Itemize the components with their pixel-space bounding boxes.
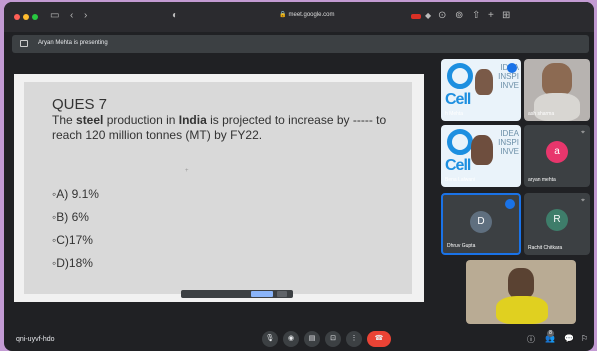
speaking-icon <box>505 199 515 209</box>
browser-toolbar: ▭ ‹ › ◐ 🔒 meet.google.com ◆ ⊙ ⊚ ⇧ + ⊞ <box>4 2 594 32</box>
back-icon[interactable]: ‹ <box>70 10 73 22</box>
url-text: meet.google.com <box>288 12 335 18</box>
participant-name: Dhruv Gupta <box>447 243 476 249</box>
participant-name: ash sharma <box>528 111 555 117</box>
question-text: The steel production in India is project… <box>52 113 387 142</box>
ecell-logo-icon <box>447 63 473 89</box>
option-a: ◦A) 9.1% <box>52 187 99 201</box>
settings-icon[interactable]: ⊚ <box>455 10 463 22</box>
share-icon[interactable]: ⇧ <box>472 10 480 22</box>
person-video <box>471 135 493 165</box>
mouse-cursor: + <box>185 168 189 174</box>
tabs-icon[interactable]: ⊞ <box>502 10 510 22</box>
close-window-button[interactable] <box>14 14 20 20</box>
extension-icon[interactable]: ◆ <box>425 10 431 22</box>
logo-word: Cell <box>445 157 471 174</box>
presenting-text: Aryan Mehta is presenting <box>38 40 108 46</box>
address-bar[interactable]: 🔒 meet.google.com <box>279 11 335 18</box>
participant-name: Bena Lalwani <box>445 177 476 183</box>
pin-icon[interactable]: ⌖ <box>581 197 585 205</box>
self-video-tile[interactable] <box>466 260 576 324</box>
record-icon <box>411 14 421 19</box>
quiz-slide: QUES 7 The steel production in India is … <box>24 82 412 298</box>
logo-word: Cell <box>445 91 471 108</box>
option-b: ◦B) 6% <box>52 210 89 224</box>
participant-tile-active[interactable]: D Dhruv Gupta <box>441 193 521 255</box>
person-video <box>508 268 534 298</box>
more-options-button[interactable]: ⋮ <box>346 331 362 347</box>
people-count-badge: 8 <box>547 330 554 337</box>
present-button[interactable]: ⊡ <box>325 331 341 347</box>
forward-icon[interactable]: › <box>84 10 87 22</box>
microphone-button[interactable]: 🎙 <box>262 331 278 347</box>
chat-icon[interactable]: 💬 <box>564 334 574 343</box>
meet-window: ▭ ‹ › ◐ 🔒 meet.google.com ◆ ⊙ ⊚ ⇧ + ⊞ Ary… <box>4 2 594 351</box>
sidebar-icon[interactable]: ▭ <box>50 10 59 22</box>
activities-icon[interactable]: ⚐ <box>581 334 588 343</box>
stop-sharing-button[interactable] <box>251 291 273 297</box>
maximize-window-button[interactable] <box>32 14 38 20</box>
person-video <box>542 63 572 95</box>
participant-name: Rachit Chitkara <box>528 245 563 251</box>
logo-side-text: IDEAINSPIINVE <box>498 129 519 156</box>
avatar: a <box>546 141 568 163</box>
new-tab-icon[interactable]: + <box>488 10 494 22</box>
minimize-window-button[interactable] <box>23 14 29 20</box>
pin-icon[interactable]: ⌖ <box>581 129 585 137</box>
meeting-code: qni-uyvf-hdo <box>16 336 55 343</box>
option-c: ◦C)17% <box>52 233 93 247</box>
info-icon[interactable]: ⓘ <box>527 334 535 345</box>
lock-icon: 🔒 <box>279 12 287 18</box>
person-video <box>475 69 493 95</box>
download-icon[interactable]: ⊙ <box>438 10 446 22</box>
participant-tile[interactable]: ⌖ R Rachit Chitkara <box>524 193 590 255</box>
participant-tile[interactable]: ash sharma <box>524 59 590 121</box>
participant-tile[interactable]: Cell IDEAINSPIINVE h Mehta <box>441 59 521 121</box>
person-body <box>496 296 548 324</box>
avatar: R <box>546 209 568 231</box>
hide-button[interactable] <box>277 291 287 297</box>
avatar: D <box>470 211 492 233</box>
shield-icon[interactable]: ◐ <box>172 10 178 22</box>
end-call-button[interactable]: ☎ <box>367 331 391 347</box>
participant-name: aryan mehta <box>528 177 556 183</box>
participant-name: h Mehta <box>445 111 464 117</box>
option-d: ◦D)18% <box>52 256 93 270</box>
sharing-controls <box>181 290 293 298</box>
shared-screen: QUES 7 The steel production in India is … <box>14 74 424 302</box>
camera-button[interactable]: ◉ <box>283 331 299 347</box>
participant-tile[interactable]: Cell IDEA INSPI INVE Bena Lalwani <box>441 125 521 187</box>
participant-tile[interactable]: ⌖ a aryan mehta <box>524 125 590 187</box>
captions-button[interactable]: ▤ <box>304 331 320 347</box>
presenting-banner: Aryan Mehta is presenting <box>12 35 589 53</box>
present-screen-icon <box>20 40 28 47</box>
speaking-icon <box>507 63 517 73</box>
ecell-logo-icon <box>447 129 473 155</box>
question-title: QUES 7 <box>52 96 108 113</box>
